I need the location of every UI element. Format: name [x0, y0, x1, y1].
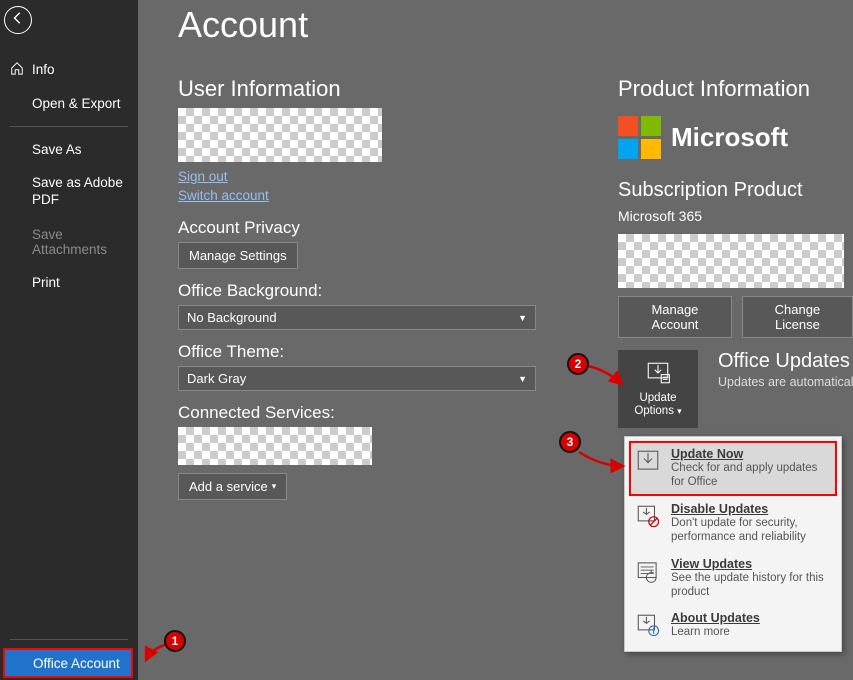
nav-item-open-export[interactable]: Open & Export — [0, 87, 138, 120]
manage-settings-button[interactable]: Manage Settings — [178, 242, 298, 269]
update-options-line1: Update — [639, 392, 676, 404]
background-heading: Office Background: — [178, 281, 538, 301]
office-updates-sub: Updates are automatically — [718, 375, 853, 389]
home-icon — [10, 61, 24, 78]
nav-label: Info — [32, 62, 55, 77]
update-options-button[interactable]: Update Options ▾ — [618, 350, 698, 428]
page-title: Account — [178, 4, 853, 46]
theme-select[interactable]: Dark Gray ▼ — [178, 366, 536, 391]
microsoft-text: Microsoft — [671, 122, 788, 153]
right-column: Product Information Microsoft Subscripti… — [618, 76, 853, 358]
update-options-icon — [645, 360, 671, 389]
menu-desc: Check for and apply updates for Office — [671, 461, 831, 490]
annotation-arrow-2 — [584, 362, 628, 392]
connected-heading: Connected Services: — [178, 403, 538, 423]
menu-title: View Updates — [671, 557, 831, 571]
connected-service-placeholder — [178, 427, 372, 465]
nav-label: Open & Export — [32, 96, 121, 111]
nav-item-save-adobe[interactable]: Save as Adobe PDF — [0, 166, 138, 218]
microsoft-logo: Microsoft — [618, 116, 853, 159]
back-arrow-icon — [11, 11, 25, 30]
update-options-line2: Options — [634, 405, 674, 417]
nav-label: Save As — [32, 142, 82, 157]
menu-desc: Learn more — [671, 625, 760, 639]
menu-desc: Don't update for security, performance a… — [671, 516, 831, 545]
menu-item-update-now[interactable]: Update Now Check for and apply updates f… — [629, 441, 837, 496]
add-service-button[interactable]: Add a service ▾ — [178, 473, 287, 500]
office-updates-heading: Office Updates — [718, 350, 853, 373]
sign-out-link[interactable]: Sign out — [178, 169, 228, 184]
menu-title: About Updates — [671, 611, 760, 625]
manage-account-button[interactable]: Manage Account — [618, 296, 732, 338]
chevron-down-icon: ▼ — [518, 374, 527, 384]
menu-title: Update Now — [671, 447, 831, 461]
chevron-down-icon: ▾ — [677, 406, 682, 416]
microsoft-squares-icon — [618, 116, 661, 159]
annotation-badge-3: 3 — [559, 431, 581, 453]
info-icon — [635, 611, 661, 641]
nav-label: Print — [32, 275, 60, 290]
manage-account-label: Manage Account — [629, 302, 721, 332]
back-button[interactable] — [4, 6, 32, 34]
change-license-button[interactable]: Change License — [742, 296, 853, 338]
user-info-heading: User Information — [178, 76, 538, 102]
menu-desc: See the update history for this product — [671, 571, 831, 600]
nav-label: Save Attachments — [32, 227, 138, 257]
theme-heading: Office Theme: — [178, 342, 538, 362]
add-service-label: Add a service — [189, 479, 268, 494]
nav-list: Info Open & Export Save As Save as Adobe… — [0, 52, 138, 299]
change-license-label: Change License — [753, 302, 842, 332]
nav-item-print[interactable]: Print — [0, 266, 138, 299]
background-select[interactable]: No Background ▼ — [178, 305, 536, 330]
update-options-menu: Update Now Check for and apply updates f… — [624, 436, 842, 652]
privacy-heading: Account Privacy — [178, 218, 538, 238]
manage-settings-label: Manage Settings — [189, 248, 287, 263]
product-info-heading: Product Information — [618, 76, 853, 102]
disable-icon — [635, 502, 661, 532]
office-account-button[interactable]: Office Account — [3, 648, 133, 678]
product-placeholder — [618, 234, 844, 288]
history-icon — [635, 557, 661, 587]
menu-item-about-updates[interactable]: About Updates Learn more — [629, 605, 837, 647]
nav-label: Save as Adobe PDF — [32, 175, 138, 209]
office-updates-info: Office Updates Updates are automatically — [718, 350, 853, 389]
subscription-name: Microsoft 365 — [618, 208, 853, 224]
left-column: User Information Sign out Switch account… — [178, 76, 538, 500]
sidebar-separator — [10, 639, 128, 640]
user-photo-placeholder — [178, 108, 382, 162]
menu-item-view-updates[interactable]: View Updates See the update history for … — [629, 551, 837, 606]
theme-value: Dark Gray — [187, 371, 246, 386]
subscription-heading: Subscription Product — [618, 179, 853, 202]
sidebar: Info Open & Export Save As Save as Adobe… — [0, 0, 138, 680]
chevron-down-icon: ▾ — [272, 481, 277, 492]
switch-account-link[interactable]: Switch account — [178, 188, 269, 203]
annotation-badge-2: 2 — [567, 353, 589, 375]
nav-item-save-as[interactable]: Save As — [0, 133, 138, 166]
update-group: Update Options ▾ Office Updates Updates … — [618, 350, 853, 428]
nav-divider — [10, 126, 128, 127]
office-account-label: Office Account — [33, 656, 120, 671]
menu-title: Disable Updates — [671, 502, 831, 516]
nav-item-save-attachments: Save Attachments — [0, 218, 138, 266]
background-value: No Background — [187, 310, 277, 325]
menu-item-disable-updates[interactable]: Disable Updates Don't update for securit… — [629, 496, 837, 551]
chevron-down-icon: ▼ — [518, 313, 527, 323]
nav-item-info[interactable]: Info — [0, 52, 138, 87]
download-icon — [635, 447, 661, 477]
annotation-arrow-3 — [575, 448, 629, 474]
annotation-badge-1: 1 — [164, 630, 186, 652]
